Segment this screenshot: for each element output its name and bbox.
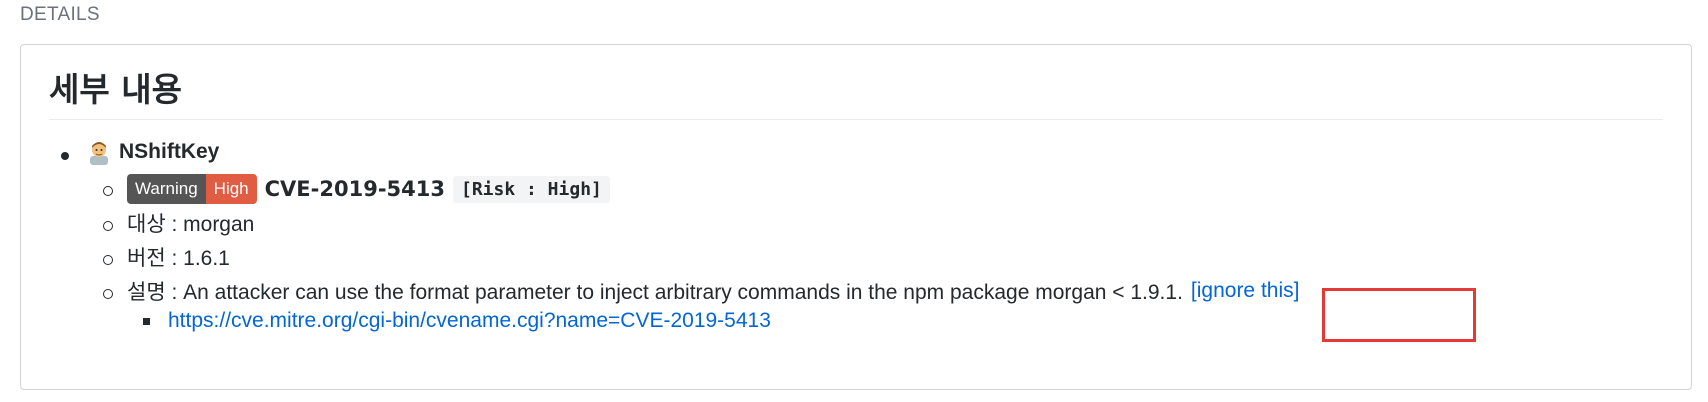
description-row: 설명 : An attacker can use the format para… [127, 276, 1299, 306]
badge-label-warning: Warning [127, 174, 206, 204]
heading-divider [49, 119, 1663, 120]
list-bullet [103, 289, 113, 299]
ignore-link[interactable]: [ignore this] [1191, 279, 1300, 303]
author-name: NShiftKey [119, 140, 220, 163]
list-bullet [61, 152, 69, 160]
list-bullet [103, 221, 113, 231]
severity-badge: Warning High [127, 174, 257, 204]
list-bullet [103, 186, 113, 196]
list-bullet [143, 318, 150, 325]
cve-reference-link[interactable]: https://cve.mitre.org/cgi-bin/cvename.cg… [168, 309, 771, 333]
highlight-box [1322, 288, 1476, 342]
risk-level: [Risk : High] [452, 175, 610, 203]
version-row: 버전 : 1.6.1 [127, 242, 230, 272]
list-bullet [103, 255, 113, 265]
version-text: 버전 : 1.6.1 [127, 247, 230, 270]
author-row: NShiftKey [87, 135, 219, 169]
person-avatar-icon [87, 139, 111, 165]
reference-row: https://cve.mitre.org/cgi-bin/cvename.cg… [168, 306, 771, 336]
target-row: 대상 : morgan [127, 208, 254, 238]
page-title: 세부 내용 [49, 70, 182, 109]
badge-label-high: High [205, 174, 257, 204]
cve-id: CVE-2019-5413 [264, 177, 445, 201]
target-text: 대상 : morgan [127, 213, 255, 236]
cve-row: Warning High CVE-2019-5413 [Risk : High] [127, 169, 610, 209]
section-label: DETAILS [20, 4, 100, 25]
description-text: 설명 : An attacker can use the format para… [127, 281, 1183, 304]
